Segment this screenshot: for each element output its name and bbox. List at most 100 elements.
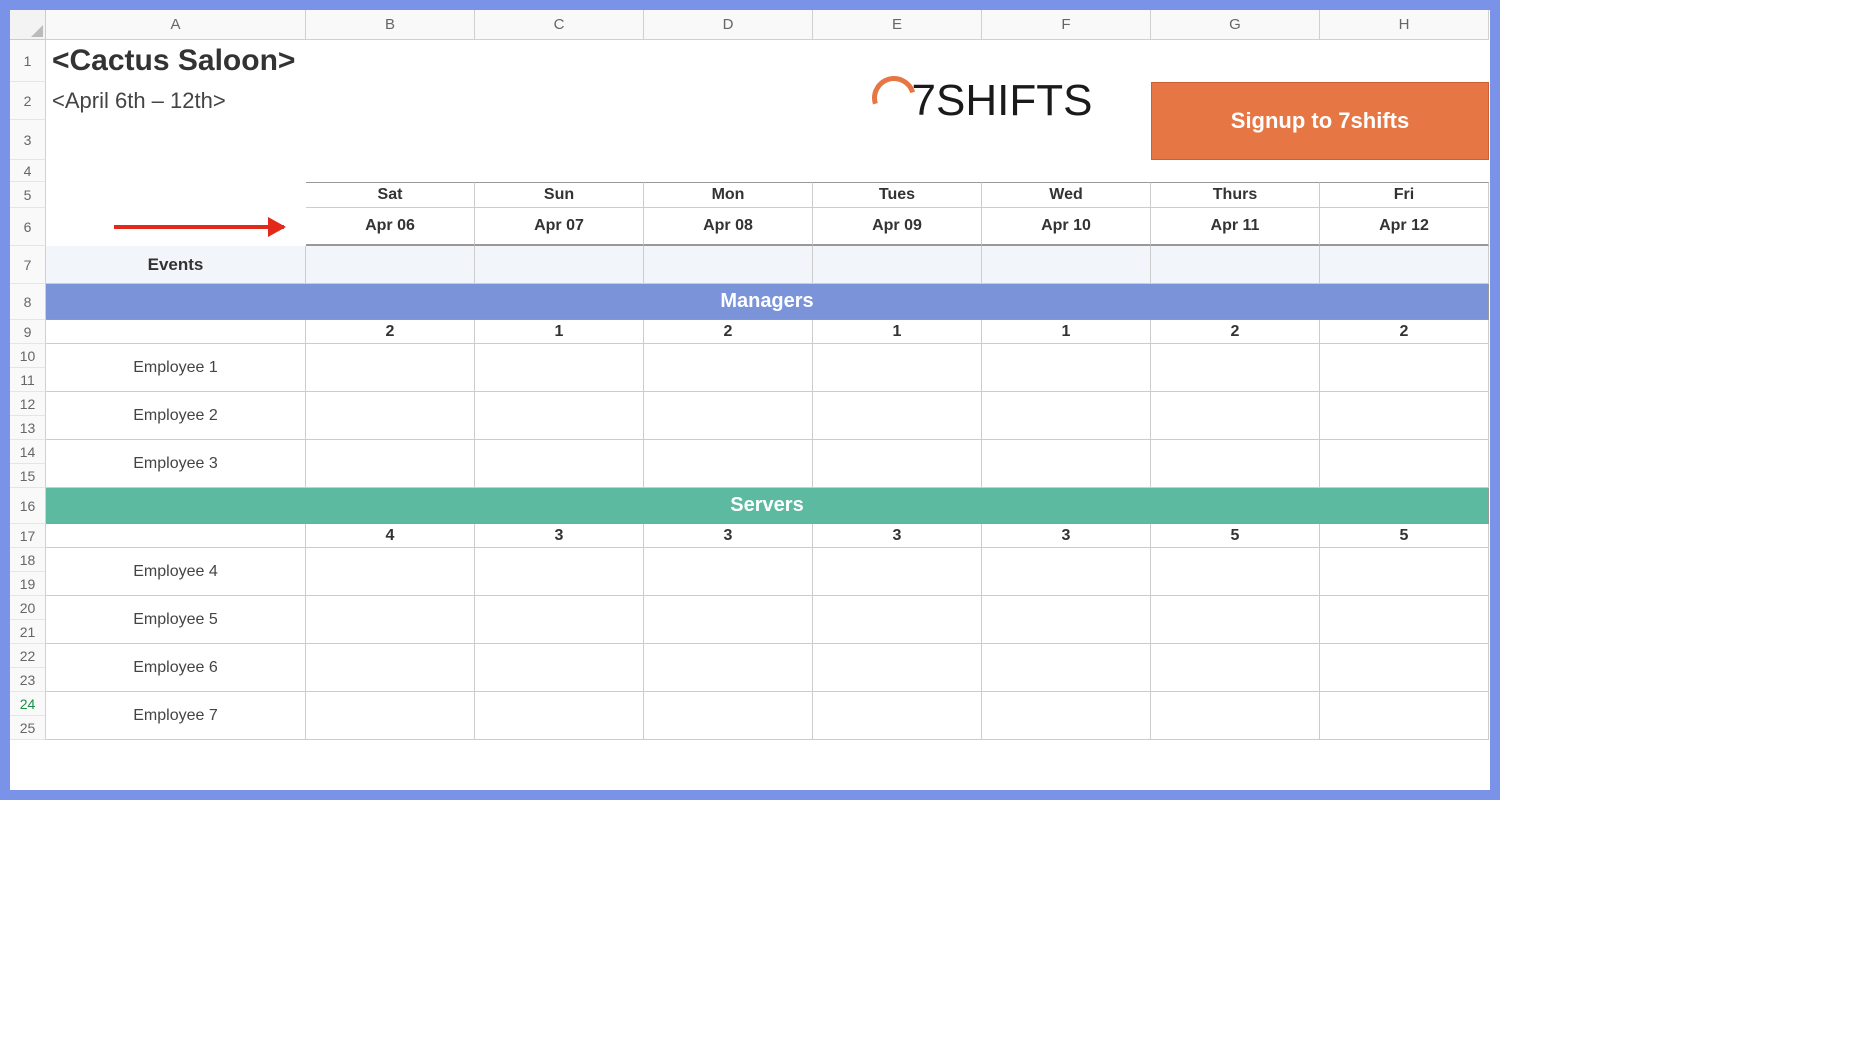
shift-cell[interactable]	[982, 344, 1151, 392]
shift-cell[interactable]	[982, 440, 1151, 488]
shift-cell[interactable]	[1151, 344, 1320, 392]
col-header-G[interactable]: G	[1151, 10, 1320, 40]
managers-count[interactable]: 1	[982, 320, 1151, 344]
shift-cell[interactable]	[644, 644, 813, 692]
employee-label[interactable]: Employee 6	[46, 644, 306, 692]
shift-cell[interactable]	[475, 392, 644, 440]
blank-cell[interactable]	[46, 320, 306, 344]
date-header[interactable]: Apr 06	[306, 208, 475, 246]
shift-cell[interactable]	[1151, 644, 1320, 692]
row-header-6[interactable]: 6	[10, 208, 46, 246]
shift-cell[interactable]	[306, 548, 475, 596]
shift-cell[interactable]	[475, 344, 644, 392]
managers-count[interactable]: 1	[475, 320, 644, 344]
servers-count[interactable]: 5	[1320, 524, 1489, 548]
events-cell[interactable]	[1151, 246, 1320, 284]
shift-cell[interactable]	[813, 644, 982, 692]
signup-button[interactable]: Signup to 7shifts	[1151, 82, 1489, 160]
shift-cell[interactable]	[644, 596, 813, 644]
shift-cell[interactable]	[475, 692, 644, 740]
shift-cell[interactable]	[813, 548, 982, 596]
subtitle-cell[interactable]: <April 6th – 12th>	[46, 82, 813, 120]
shift-cell[interactable]	[982, 548, 1151, 596]
employee-label[interactable]: Employee 4	[46, 548, 306, 596]
events-cell[interactable]	[813, 246, 982, 284]
shift-cell[interactable]	[475, 596, 644, 644]
row-header-25[interactable]: 25	[10, 716, 46, 740]
col-header-D[interactable]: D	[644, 10, 813, 40]
title-cell[interactable]: <Cactus Saloon>	[46, 40, 813, 82]
shift-cell[interactable]	[644, 548, 813, 596]
col-header-E[interactable]: E	[813, 10, 982, 40]
row-header-22[interactable]: 22	[10, 644, 46, 668]
row-header-3[interactable]: 3	[10, 120, 46, 160]
shift-cell[interactable]	[306, 440, 475, 488]
row-header-7[interactable]: 7	[10, 246, 46, 284]
shift-cell[interactable]	[644, 440, 813, 488]
row-header-21[interactable]: 21	[10, 620, 46, 644]
servers-count[interactable]: 3	[644, 524, 813, 548]
servers-count[interactable]: 3	[475, 524, 644, 548]
row-header-15[interactable]: 15	[10, 464, 46, 488]
events-label[interactable]: Events	[46, 246, 306, 284]
managers-section-bar[interactable]: Managers	[46, 284, 1489, 320]
shift-cell[interactable]	[644, 392, 813, 440]
blank-cell[interactable]	[46, 120, 813, 160]
shift-cell[interactable]	[1320, 392, 1489, 440]
shift-cell[interactable]	[306, 596, 475, 644]
shift-cell[interactable]	[1320, 548, 1489, 596]
shift-cell[interactable]	[813, 440, 982, 488]
servers-count[interactable]: 5	[1151, 524, 1320, 548]
shift-cell[interactable]	[1151, 692, 1320, 740]
row-header-12[interactable]: 12	[10, 392, 46, 416]
shift-cell[interactable]	[813, 392, 982, 440]
day-header[interactable]: Tues	[813, 182, 982, 208]
servers-count[interactable]: 3	[813, 524, 982, 548]
row-header-20[interactable]: 20	[10, 596, 46, 620]
day-header[interactable]: Thurs	[1151, 182, 1320, 208]
events-cell[interactable]	[644, 246, 813, 284]
shift-cell[interactable]	[813, 596, 982, 644]
events-cell[interactable]	[982, 246, 1151, 284]
shift-cell[interactable]	[475, 440, 644, 488]
events-cell[interactable]	[475, 246, 644, 284]
row-header-11[interactable]: 11	[10, 368, 46, 392]
shift-cell[interactable]	[1320, 692, 1489, 740]
row-header-24[interactable]: 24	[10, 692, 46, 716]
row-header-23[interactable]: 23	[10, 668, 46, 692]
day-header[interactable]: Mon	[644, 182, 813, 208]
row-header-4[interactable]: 4	[10, 160, 46, 182]
date-header[interactable]: Apr 10	[982, 208, 1151, 246]
shift-cell[interactable]	[1320, 596, 1489, 644]
select-all-corner[interactable]	[10, 10, 46, 40]
day-header[interactable]: Wed	[982, 182, 1151, 208]
row-header-1[interactable]: 1	[10, 40, 46, 82]
employee-label[interactable]: Employee 5	[46, 596, 306, 644]
shift-cell[interactable]	[306, 644, 475, 692]
col-header-A[interactable]: A	[46, 10, 306, 40]
shift-cell[interactable]	[306, 692, 475, 740]
col-header-H[interactable]: H	[1320, 10, 1489, 40]
shift-cell[interactable]	[1151, 392, 1320, 440]
date-header[interactable]: Apr 08	[644, 208, 813, 246]
shift-cell[interactable]	[1151, 548, 1320, 596]
blank-cell[interactable]	[46, 524, 306, 548]
shift-cell[interactable]	[306, 344, 475, 392]
blank-cell[interactable]	[46, 182, 306, 208]
row-header-10[interactable]: 10	[10, 344, 46, 368]
managers-count[interactable]: 2	[1151, 320, 1320, 344]
date-header[interactable]: Apr 12	[1320, 208, 1489, 246]
events-cell[interactable]	[1320, 246, 1489, 284]
shift-cell[interactable]	[306, 392, 475, 440]
row-header-5[interactable]: 5	[10, 182, 46, 208]
shift-cell[interactable]	[813, 692, 982, 740]
row-header-13[interactable]: 13	[10, 416, 46, 440]
shift-cell[interactable]	[982, 644, 1151, 692]
row-header-19[interactable]: 19	[10, 572, 46, 596]
managers-count[interactable]: 1	[813, 320, 982, 344]
col-header-B[interactable]: B	[306, 10, 475, 40]
col-header-F[interactable]: F	[982, 10, 1151, 40]
row-header-2[interactable]: 2	[10, 82, 46, 120]
col-header-C[interactable]: C	[475, 10, 644, 40]
shift-cell[interactable]	[1151, 440, 1320, 488]
